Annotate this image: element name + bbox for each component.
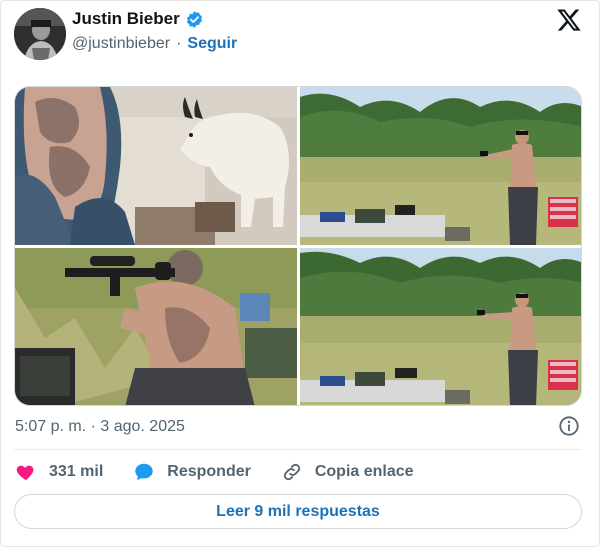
tweet-embed-card: Justin Bieber @justinbieber · Seguir 5:0… (0, 0, 600, 547)
author-handle-row: @justinbieber · Seguir (72, 35, 237, 53)
media-photo-4[interactable] (300, 248, 581, 405)
media-grid (14, 86, 582, 406)
media-photo-3[interactable] (15, 248, 297, 405)
media-photo-2[interactable] (300, 87, 581, 245)
link-icon (283, 463, 300, 481)
media-photo-1[interactable] (15, 87, 297, 245)
author-handle[interactable]: @justinbieber (72, 35, 170, 53)
divider (14, 449, 582, 450)
reply-button[interactable]: Responder (133, 461, 251, 483)
author-name[interactable]: Justin Bieber (72, 9, 180, 29)
read-replies-label: Leer 9 mil respuestas (216, 502, 380, 520)
copy-link-label: Copia enlace (314, 463, 414, 480)
tweet-timestamp[interactable]: 5:07 p. m. · 3 ago. 2025 (15, 418, 185, 436)
author-name-row: Justin Bieber (72, 9, 204, 29)
follow-link[interactable]: Seguir (187, 35, 237, 53)
like-button[interactable]: 331 mil (15, 461, 103, 483)
info-icon[interactable] (558, 415, 580, 437)
read-replies-button[interactable]: Leer 9 mil respuestas (14, 494, 582, 529)
action-bar: 331 mil Responder Copia enlace (15, 460, 444, 484)
copy-link-button[interactable]: Copia enlace (281, 461, 414, 483)
separator-dot: · (176, 35, 182, 52)
verified-badge-icon (185, 10, 204, 29)
avatar[interactable] (14, 8, 66, 60)
reply-label: Responder (167, 463, 251, 480)
like-count: 331 mil (49, 463, 104, 480)
heart-icon (16, 465, 34, 481)
speech-bubble-icon (135, 463, 153, 481)
x-logo-icon[interactable] (556, 7, 582, 33)
